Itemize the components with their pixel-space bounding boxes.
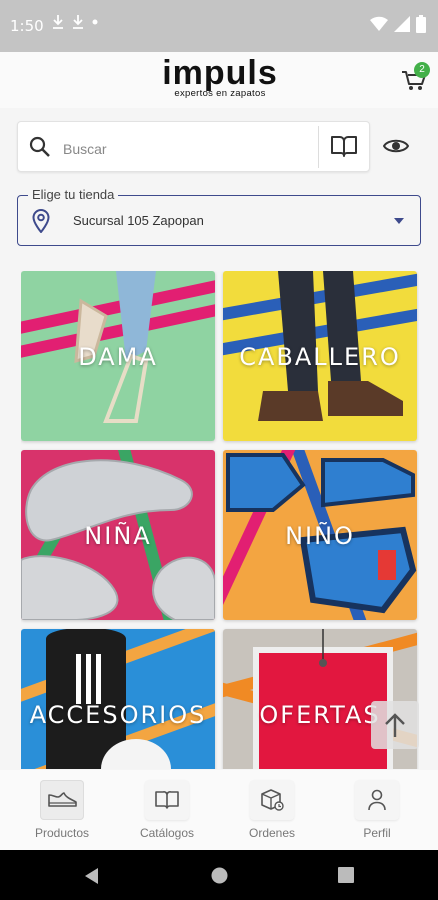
search-divider [318,126,319,168]
nav-label: Productos [34,826,90,840]
store-value: Sucursal 105 Zapopan [73,213,204,228]
category-label: DAMA [78,343,158,371]
search-input[interactable]: Buscar [63,141,107,157]
category-grid: DAMA CABALLERO NIÑA NIÑO ACCESORIOS OFER… [21,271,419,769]
catalog-book-icon[interactable] [330,134,358,158]
category-tile-nina[interactable]: NIÑA [21,450,215,620]
arrow-up-icon [385,713,405,737]
person-icon [368,789,386,811]
box-icon [261,789,284,811]
brand-tagline: expertos en zapatos [174,88,266,99]
cart-count-badge: 2 [414,62,430,78]
system-icons [370,15,426,33]
tile-background [21,629,215,769]
category-label: CABALLERO [239,343,401,371]
notification-icons [52,15,98,29]
store-selector[interactable]: Elige tu tienda Sucursal 105 Zapopan [17,187,421,246]
category-label: NIÑA [84,522,152,550]
eye-icon[interactable] [383,136,409,156]
download-icon [73,15,83,29]
download-icon [53,15,63,29]
recents-icon[interactable] [338,867,354,883]
category-tile-dama[interactable]: DAMA [21,271,215,441]
nav-label: Ordenes [248,826,296,840]
category-tile-caballero[interactable]: CABALLERO [223,271,417,441]
scroll-top-button[interactable] [371,701,419,749]
status-bar: 1:50 [0,0,438,52]
brand-logo[interactable]: impuls expertos en zapatos [155,56,285,102]
nav-label: Perfil [363,826,391,840]
nav-icon-wrap [145,780,189,820]
location-pin-icon [32,209,50,233]
shoe-icon [48,792,77,807]
home-icon[interactable] [211,867,228,884]
app-header: impuls expertos en zapatos [0,52,438,108]
category-tile-nino[interactable]: NIÑO [223,450,417,620]
book-icon [155,791,179,809]
signal-icon [394,16,410,32]
bottom-navigation: Productos Catálogos Ordenes Perfil [0,770,438,850]
store-label: Elige tu tienda [28,187,119,202]
android-nav-bar [0,850,438,900]
nav-item-catalogos[interactable]: Catálogos [127,780,207,846]
dot-icon [92,19,98,25]
battery-icon [416,15,426,33]
category-tile-accesorios[interactable]: ACCESORIOS [21,629,215,769]
nav-icon-wrap [355,780,399,820]
nav-item-productos[interactable]: Productos [22,780,102,846]
nav-item-ordenes[interactable]: Ordenes [232,780,312,846]
search-bar[interactable]: Buscar [17,121,370,172]
back-icon[interactable] [84,867,100,885]
nav-item-perfil[interactable]: Perfil [337,780,417,846]
nav-label: Catálogos [139,826,195,840]
nav-icon-wrap [40,780,84,820]
brand-name: impuls [162,54,278,92]
wifi-icon [370,16,388,31]
category-label: NIÑO [285,522,355,550]
search-icon [29,136,50,157]
category-label: ACCESORIOS [29,701,207,729]
status-time: 1:50 [10,17,44,35]
chevron-down-icon[interactable] [394,218,404,224]
nav-icon-wrap [250,780,294,820]
